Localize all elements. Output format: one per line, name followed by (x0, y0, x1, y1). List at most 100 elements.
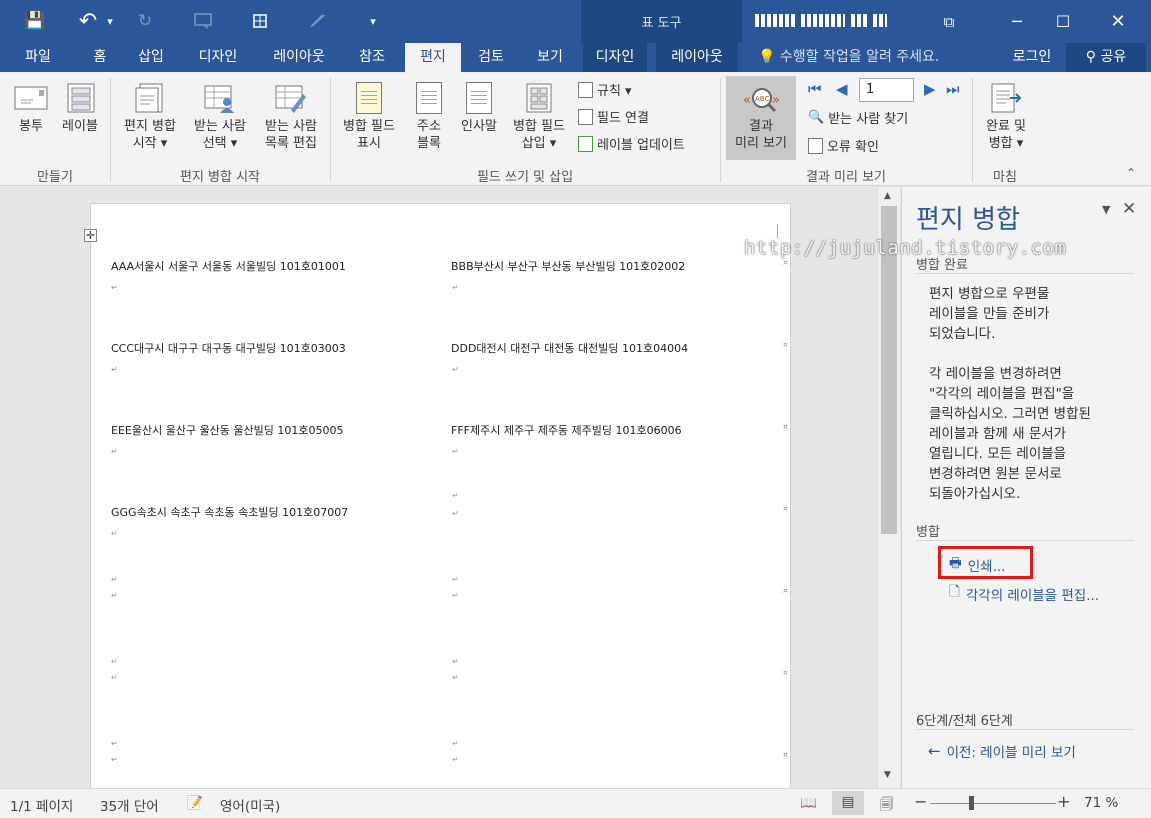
read-mode-icon[interactable]: 📖 (800, 795, 817, 811)
label-cell[interactable]: GGG속초시 속초구 속초동 속초빌딩 101호07007 (111, 504, 348, 520)
maximize-button[interactable]: ☐ (1041, 0, 1085, 43)
zoom-out-button[interactable]: − (914, 792, 927, 811)
previous-record-icon[interactable]: ◀ (836, 80, 848, 98)
previous-step-link[interactable]: ← 이전: 레이블 미리 보기 (928, 741, 1076, 761)
highlight-fields-label-2: 표시 (357, 136, 381, 151)
section-merge-heading: 병합 (916, 525, 940, 540)
finish-merge-button[interactable]: 완료 및 병합 ▾ (976, 82, 1036, 152)
qat-table-icon[interactable] (247, 9, 273, 33)
start-mail-merge-button[interactable]: 편지 병합 시작 ▾ (115, 82, 185, 152)
select-recipients-label-1: 받는 사람 (194, 119, 246, 134)
end-of-row-mark-icon: ¤ (783, 586, 789, 595)
zoom-slider-thumb[interactable] (969, 796, 974, 810)
greeting-line-icon (466, 82, 492, 114)
start-merge-label-1: 편지 병합 (124, 119, 176, 134)
scroll-up-icon[interactable]: ▲ (884, 191, 891, 201)
edit-individual-labels-link[interactable]: 🗋 각각의 레이블을 편집... (949, 582, 1099, 605)
match-fields-button[interactable]: 필드 연결 (578, 107, 649, 126)
envelope-button[interactable]: 봉투 (10, 82, 52, 135)
label-cell[interactable]: AAA서울시 서울구 서울동 서울빌딩 101호01001 (111, 258, 346, 274)
paragraph-mark-icon: ↵ (452, 657, 459, 666)
tab-review[interactable]: 검토 (466, 43, 516, 72)
highlight-merge-fields-button[interactable]: 병합 필드 표시 (334, 82, 404, 152)
qat-display-icon[interactable] (190, 9, 216, 33)
label-cell[interactable]: CCC대구시 대구구 대구동 대구빌딩 101호03003 (111, 340, 346, 356)
start-merge-icon (135, 83, 163, 113)
greeting-line-button[interactable]: 인사말 (454, 82, 504, 135)
redo-icon[interactable]: ↻ (133, 9, 157, 33)
first-record-icon[interactable]: ⏮ (808, 80, 822, 98)
record-number-input[interactable]: 1 (859, 78, 914, 102)
paragraph-mark-icon: ↵ (452, 283, 459, 292)
tab-references[interactable]: 참조 (346, 43, 398, 72)
address-block-label-1: 주소 (417, 119, 441, 134)
scroll-down-icon[interactable]: ▼ (884, 770, 891, 780)
address-block-button[interactable]: 주소 블록 (408, 82, 450, 152)
rules-button[interactable]: 규칙 ▾ (578, 80, 632, 99)
tab-insert[interactable]: 삽입 (126, 43, 176, 72)
annotation-highlight-box (938, 546, 1033, 579)
zoom-in-button[interactable]: + (1057, 792, 1070, 811)
paragraph-mark-icon: ↵ (452, 447, 459, 456)
tab-table-design[interactable]: 디자인 (583, 43, 647, 72)
paragraph-mark-icon: ↵ (111, 739, 118, 748)
tell-me-box[interactable]: 💡 수행할 작업을 알려 주세요. (758, 43, 939, 72)
step-indicator: 6단계/전체 6단계 (916, 714, 1013, 729)
qat-draw-icon[interactable] (305, 9, 331, 33)
end-of-row-mark-icon: ¤ (783, 504, 789, 513)
insert-merge-field-button[interactable]: 병합 필드 삽입 ▾ (504, 82, 574, 152)
ribbon-display-options-icon[interactable]: ⧉ (927, 0, 971, 43)
tab-view[interactable]: 보기 (524, 43, 576, 72)
label-cell[interactable]: DDD대전시 대전구 대전동 대전빌딩 101호04004 (451, 340, 688, 356)
check-errors-button[interactable]: 오류 확인 (808, 136, 879, 155)
qat-customize-icon[interactable]: ▾ (364, 9, 382, 33)
table-move-handle-icon[interactable]: ✛ (84, 229, 97, 242)
word-count[interactable]: 35개 단어 (100, 795, 159, 815)
update-labels-button[interactable]: 레이블 업데이트 (578, 134, 685, 153)
undo-icon[interactable]: ↶ (76, 9, 100, 34)
select-recipients-button[interactable]: 받는 사람 선택 ▾ (186, 82, 254, 152)
undo-dropdown-icon[interactable]: ▾ (103, 9, 117, 33)
tab-table-layout[interactable]: 레이아웃 (656, 43, 738, 72)
page-count[interactable]: 1/1 페이지 (10, 795, 73, 815)
language-indicator[interactable]: 영어(미국) (220, 795, 280, 815)
save-icon[interactable]: 💾 (22, 9, 48, 33)
label-cell[interactable]: FFF제주시 제주구 제주동 제주빌딩 101호06006 (451, 422, 682, 438)
find-recipient-button[interactable]: 🔍 받는 사람 찾기 (808, 108, 908, 127)
print-layout-icon[interactable]: ▤ (832, 791, 864, 815)
tab-file[interactable]: 파일 (8, 43, 68, 72)
arrow-left-icon: ← (928, 742, 941, 760)
next-record-icon[interactable]: ▶ (924, 80, 936, 98)
document-page[interactable] (90, 203, 791, 793)
collapse-ribbon-icon[interactable]: ⌃ (1126, 166, 1136, 180)
search-icon: 🔍 (808, 110, 825, 125)
edit-recipient-list-button[interactable]: 받는 사람 목록 편집 (256, 82, 326, 152)
web-layout-icon[interactable]: 🗐 (880, 795, 894, 818)
zoom-level[interactable]: 71 % (1084, 795, 1118, 811)
pane-close-icon[interactable]: ✕ (1122, 199, 1136, 219)
sign-in-link[interactable]: 로그인 (1002, 43, 1062, 72)
paragraph-mark-icon: ↵ (452, 673, 459, 682)
label-cell[interactable]: BBB부산시 부산구 부산동 부산빌딩 101호02002 (451, 258, 685, 274)
tab-design[interactable]: 디자인 (186, 43, 250, 72)
pane-options-icon[interactable]: ▼ (1102, 203, 1110, 216)
label-cell[interactable]: EEE울산시 울산구 울산동 울산빌딩 101호05005 (111, 422, 344, 438)
divider (916, 273, 1134, 274)
rules-icon (578, 81, 593, 98)
tab-mailings[interactable]: 편지 (405, 43, 461, 73)
zoom-slider[interactable] (930, 803, 1056, 804)
insert-field-label-1: 병합 필드 (513, 119, 565, 134)
preview-results-button[interactable]: « ABC» 결과 미리 보기 (726, 82, 796, 152)
last-record-icon[interactable]: ⏭ (946, 80, 960, 98)
close-button[interactable]: ✕ (1096, 0, 1140, 43)
address-block-label-2: 블록 (417, 136, 441, 151)
share-button[interactable]: ⚲ 공유 (1066, 43, 1146, 72)
tab-home[interactable]: 홈 (80, 43, 120, 72)
finish-label-2: 병합 ▾ (988, 136, 1024, 151)
vertical-scrollbar[interactable]: ▲ ▼ (877, 187, 900, 788)
labels-button[interactable]: 레이블 (56, 82, 104, 135)
minimize-button[interactable]: ─ (995, 0, 1039, 43)
proofing-icon[interactable]: 📝 (186, 795, 203, 811)
tab-layout[interactable]: 레이아웃 (260, 43, 338, 72)
match-fields-label: 필드 연결 (597, 111, 649, 126)
